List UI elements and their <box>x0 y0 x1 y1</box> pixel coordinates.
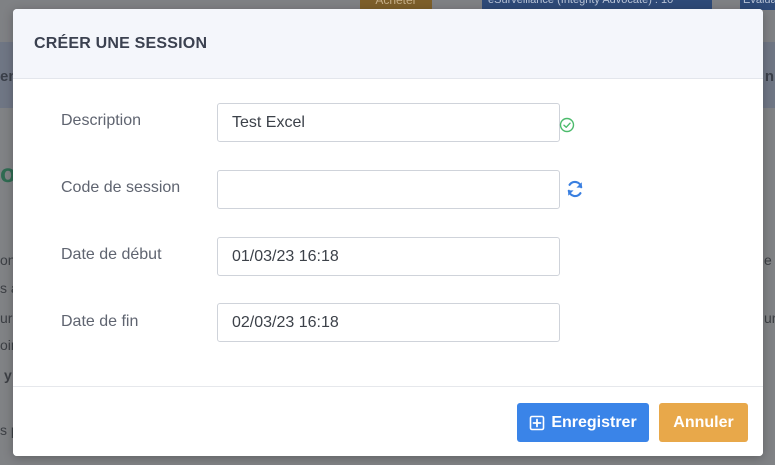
background-nav-text-right: n <box>764 68 774 85</box>
cancel-button-label: Annuler <box>673 413 734 431</box>
plus-square-icon <box>530 415 545 430</box>
start-date-input[interactable]: 01/03/23 16:18 <box>217 237 560 276</box>
dialog-title: CRÉER UNE SESSION <box>34 34 208 52</box>
check-circle-icon <box>559 117 575 133</box>
end-date-input-value: 02/03/23 16:18 <box>232 313 339 331</box>
background-text-fragment: y <box>4 367 12 383</box>
save-button[interactable]: Enregistrer <box>517 403 649 442</box>
session-code-input[interactable] <box>217 170 560 209</box>
end-date-label: Date de fin <box>61 313 139 330</box>
description-input[interactable]: Test Excel <box>217 103 560 142</box>
end-date-input[interactable]: 02/03/23 16:18 <box>217 303 560 342</box>
background-text-fragment: ur <box>764 310 775 326</box>
cancel-button[interactable]: Annuler <box>659 403 748 442</box>
dialog-footer: Enregistrer Annuler <box>13 386 763 456</box>
start-date-label: Date de début <box>61 246 162 263</box>
dialog-body: Description Test Excel Code de session D… <box>13 79 763 386</box>
dialog-header: CRÉER UNE SESSION <box>13 9 763 79</box>
description-label: Description <box>61 112 142 129</box>
background-text-fragment: e <box>764 252 772 268</box>
refresh-icon[interactable] <box>565 179 585 199</box>
start-date-input-value: 01/03/23 16:18 <box>232 247 339 265</box>
save-button-label: Enregistrer <box>551 413 637 431</box>
create-session-dialog: CRÉER UNE SESSION Description Test Excel… <box>13 9 763 456</box>
description-input-value: Test Excel <box>232 113 305 131</box>
session-code-label: Code de session <box>61 179 181 196</box>
